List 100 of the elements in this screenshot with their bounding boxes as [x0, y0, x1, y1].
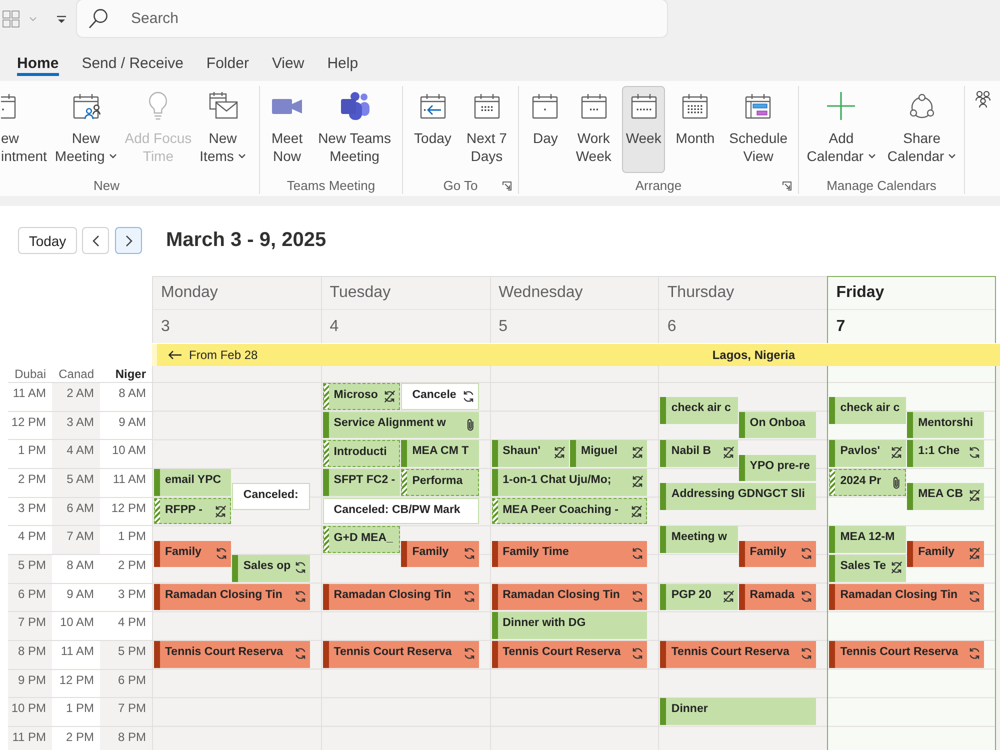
day-column[interactable]: check air c On Onboa Nabil B YPO pre-re Addressing GDNGCT Sli Meeting w Family PGP 20 Ramada Tennis Court Reserva Dinner: [658, 366, 828, 750]
calendar-event[interactable]: Introducti: [322, 440, 400, 467]
calendar-event[interactable]: check air c: [660, 397, 738, 424]
calendar-event[interactable]: Dinner: [660, 698, 816, 725]
time-label: 5 PM: [100, 640, 152, 669]
calendar-event[interactable]: Ramadan Closing Tin: [829, 584, 984, 610]
calendar-event[interactable]: Miguel: [570, 440, 648, 467]
day-column[interactable]: email YPC Canceled: RFPP - Family Sales op Ramadan Closing Tin Tennis Court Reserva: [152, 366, 321, 750]
calendar-event[interactable]: Performa: [401, 468, 479, 496]
day-header[interactable]: Tuesday 4: [320, 276, 490, 343]
ribbon-button[interactable]: New Meeting: [50, 86, 121, 173]
calendar-event[interactable]: Pavlos': [829, 440, 906, 467]
ribbon-button[interactable]: New Teams Meeting: [314, 86, 395, 173]
calendar-event[interactable]: Nabil B: [660, 440, 738, 467]
tab[interactable]: Home: [17, 55, 59, 76]
ribbon-button[interactable]: Day: [525, 86, 566, 173]
day-column[interactable]: Shaun' Miguel 1-on-1 Chat Uju/Mo; MEA Peer Coaching - Family Time Ramadan Closing Tin Dinner with DG Tennis Court Reserva: [490, 366, 658, 750]
ribbon-button[interactable]: Next 7 Days: [462, 86, 511, 173]
all-day-event[interactable]: From Feb 28 Lagos, Nigeria: [152, 344, 1000, 366]
calendar-event[interactable]: Family Time: [492, 540, 648, 568]
calendar-event[interactable]: Tennis Court Reserva: [154, 640, 310, 668]
calendar-event[interactable]: Family: [907, 540, 984, 568]
calendar-event[interactable]: Addressing GDNGCT Sli: [660, 483, 816, 510]
time-label: 5 AM: [52, 468, 100, 497]
time-label: 9 PM: [8, 668, 52, 698]
ribbon-button[interactable]: New Items: [196, 86, 250, 173]
calendar-event[interactable]: Canceled: CB/PW Mark: [322, 498, 479, 524]
group-label: Go To: [443, 178, 478, 194]
calendar-event[interactable]: 1-on-1 Chat Uju/Mo;: [492, 468, 648, 496]
calendar-event[interactable]: 2024 Pr: [829, 468, 906, 496]
calendar-event[interactable]: Mentorshi: [907, 412, 984, 438]
day-header[interactable]: Wednesday 5: [490, 276, 658, 343]
calendar-event[interactable]: 1:1 Che: [907, 440, 984, 467]
ribbon-button[interactable]: Share Calendar: [883, 86, 960, 173]
calendar-event[interactable]: SFPT FC2 -: [322, 468, 400, 496]
ribbon-button[interactable]: Week: [622, 86, 666, 173]
time-label: 9 AM: [100, 410, 152, 440]
tab[interactable]: Help: [327, 55, 358, 76]
calendar-event[interactable]: G+D MEA_: [322, 526, 400, 553]
calendar-event[interactable]: MEA CB: [907, 483, 984, 510]
calendar-event[interactable]: Ramadan Closing Tin: [492, 584, 648, 610]
calendar-event[interactable]: Tennis Court Reserva: [660, 640, 816, 668]
calendar-event[interactable]: check air c: [829, 397, 906, 424]
calendar-event[interactable]: Meeting w: [660, 526, 738, 553]
previous-button[interactable]: [82, 227, 109, 254]
calendar-event[interactable]: Tennis Court Reserva: [492, 640, 648, 668]
caret-down-icon[interactable]: [56, 14, 67, 24]
day-column[interactable]: Microso Cancele Service Alignment w Introducti MEA CM T SFPT FC2 - Performa Canceled: CB/PW Mark G+D MEA_ Family Ramadan Closing Tin Tennis Court Reserva: [320, 366, 490, 750]
calendar-event[interactable]: Sales op: [232, 554, 310, 582]
calendar-event[interactable]: Service Alignment w: [322, 412, 479, 438]
calendar-event[interactable]: Cancele: [401, 383, 479, 410]
day-header[interactable]: Monday 3: [152, 276, 321, 343]
calendar-event[interactable]: Tennis Court Reserva: [829, 640, 984, 668]
calendar-event[interactable]: MEA 12-M: [829, 526, 906, 553]
calendar-event[interactable]: MEA Peer Coaching -: [492, 498, 648, 524]
calendar-event[interactable]: Ramadan Closing Tin: [154, 584, 310, 610]
search-field[interactable]: Search: [76, 0, 668, 38]
day-number: 4: [330, 318, 339, 336]
calendar-event[interactable]: Ramada: [738, 584, 816, 610]
calendar-event[interactable]: Canceled:: [232, 483, 310, 510]
day-name: Tuesday: [330, 284, 391, 302]
day-name: Friday: [836, 284, 884, 302]
group-label: Arrange: [635, 178, 682, 194]
day-header[interactable]: Friday 7: [827, 276, 996, 343]
launcher-icon[interactable]: [782, 181, 792, 191]
calendar-event[interactable]: email YPC: [154, 468, 232, 496]
tab[interactable]: Send / Receive: [82, 55, 184, 76]
ribbon-button[interactable]: Schedule View: [725, 86, 792, 173]
tab[interactable]: Folder: [206, 55, 249, 76]
calendar-event[interactable]: Family: [154, 540, 232, 568]
ribbon-button[interactable]: Month: [672, 86, 719, 173]
calendar-event[interactable]: Sales Te: [829, 554, 906, 582]
time-label: 5 PM: [8, 554, 52, 583]
calendar-event[interactable]: Shaun': [492, 440, 569, 467]
calendar-event[interactable]: RFPP -: [154, 498, 232, 524]
calendar-event[interactable]: Tennis Court Reserva: [322, 640, 479, 668]
time-label: 6 AM: [52, 496, 100, 526]
calendar-event[interactable]: Microso: [322, 383, 400, 410]
calendar-event[interactable]: Ramadan Closing Tin: [322, 584, 479, 610]
day-number: 3: [161, 318, 170, 336]
calendar-event[interactable]: Dinner with DG: [492, 612, 648, 639]
calendar-event[interactable]: On Onboa: [738, 412, 816, 438]
launcher-icon[interactable]: [502, 181, 512, 191]
calendar-event[interactable]: Family: [401, 540, 479, 568]
calendar-event[interactable]: MEA CM T: [401, 440, 479, 467]
time-label: 9 AM: [52, 582, 100, 612]
next-button[interactable]: [115, 227, 142, 254]
calendar-event[interactable]: PGP 20: [660, 584, 738, 610]
ribbon-button[interactable]: ew intment: [0, 86, 51, 173]
day-column[interactable]: check air c Mentorshi Pavlos' 1:1 Che 2024 Pr MEA CB MEA 12-M Family Sales Te Ramadan Closing Tin Tennis Court Reserva: [827, 366, 996, 750]
ribbon-button[interactable]: Today: [410, 86, 456, 173]
ribbon-button[interactable]: Meet Now: [267, 86, 308, 173]
ribbon-button[interactable]: Add Calendar: [802, 86, 880, 173]
day-header[interactable]: Thursday 6: [658, 276, 828, 343]
tab[interactable]: View: [272, 55, 304, 76]
ribbon-button[interactable]: Work Week: [572, 86, 616, 173]
calendar-event[interactable]: YPO pre-re: [738, 454, 816, 482]
today-button[interactable]: Today: [18, 227, 77, 254]
calendar-event[interactable]: Family: [738, 540, 816, 568]
people-icon[interactable]: [974, 90, 990, 108]
